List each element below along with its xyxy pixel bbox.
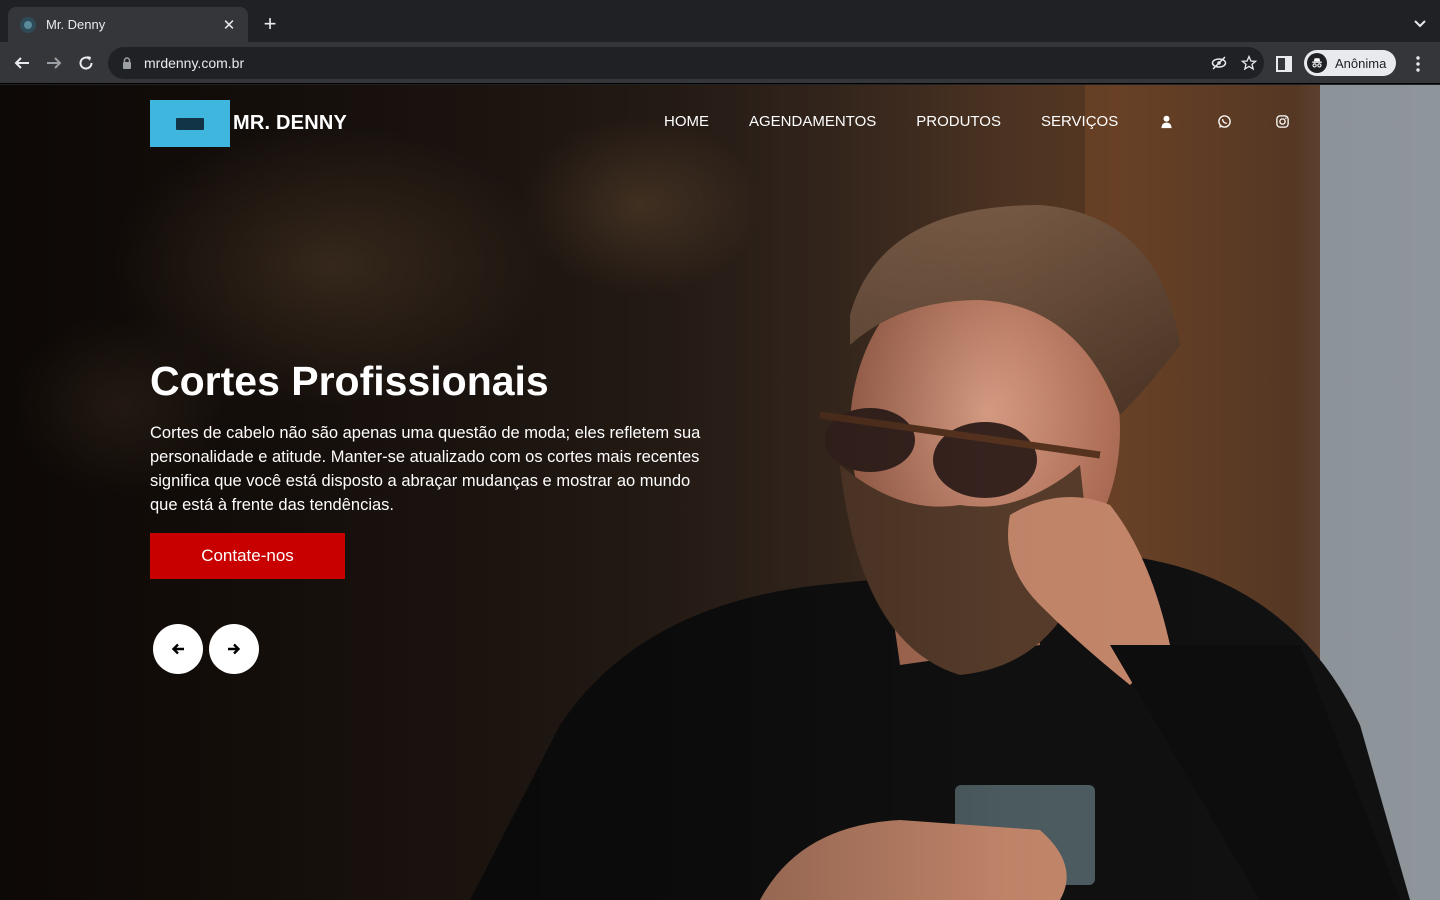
arrow-left-icon — [171, 643, 184, 655]
slider-next-button[interactable] — [209, 624, 259, 674]
reload-icon — [79, 56, 93, 70]
close-tab-icon[interactable]: ✕ — [220, 16, 238, 34]
hero-description: Cortes de cabelo não são apenas uma ques… — [150, 424, 701, 514]
tab-title: Mr. Denny — [46, 17, 106, 32]
browser-menu-icon[interactable] — [1408, 54, 1428, 74]
forward-arrow-icon — [47, 57, 62, 69]
contact-button[interactable]: Contate-nos — [150, 533, 345, 579]
address-bar[interactable]: mrdenny.com.br — [108, 47, 1264, 79]
profile-label: Anônima — [1335, 55, 1387, 71]
user-icon[interactable] — [1158, 114, 1174, 130]
forward-button[interactable] — [42, 51, 66, 75]
new-tab-button[interactable]: + — [258, 13, 282, 37]
hero-title: Cortes Profissionais — [150, 358, 549, 404]
hero-content: Cortes Profissionais Cortes de cabelo nã… — [150, 355, 710, 517]
browser-toolbar: mrdenny.com.br Anônima — [0, 42, 1440, 84]
nav-home[interactable]: HOME — [664, 113, 709, 130]
page-viewport: MR. DENNY HOME AGENDAMENTOS PRODUTOS SER… — [0, 85, 1440, 900]
instagram-icon[interactable] — [1274, 114, 1290, 130]
logo-image[interactable] — [150, 100, 230, 147]
main-nav: HOME AGENDAMENTOS PRODUTOS SERVIÇOS — [664, 113, 1332, 130]
slider-prev-button[interactable] — [153, 624, 203, 674]
logo-mark-icon — [176, 117, 204, 130]
nav-servicos[interactable]: SERVIÇOS — [1041, 113, 1118, 130]
back-button[interactable] — [10, 51, 34, 75]
reload-button[interactable] — [74, 51, 98, 75]
site-favicon-icon — [20, 16, 36, 33]
bookmark-star-icon[interactable] — [1234, 51, 1264, 75]
url-text[interactable]: mrdenny.com.br — [144, 55, 1204, 71]
browser-tabbar: Mr. Denny ✕ + — [0, 0, 1440, 42]
side-panel-icon[interactable] — [1274, 54, 1294, 74]
whatsapp-icon[interactable] — [1216, 114, 1232, 130]
lock-icon — [123, 57, 131, 69]
tracking-protection-icon[interactable] — [1204, 51, 1234, 75]
tab-search-chevron-icon[interactable] — [1412, 15, 1428, 31]
nav-produtos[interactable]: PRODUTOS — [916, 113, 1001, 130]
site-header: MR. DENNY HOME AGENDAMENTOS PRODUTOS SER… — [150, 100, 1289, 148]
profile-button[interactable]: Anônima — [1304, 50, 1397, 76]
back-arrow-icon — [14, 57, 29, 69]
brand-name[interactable]: MR. DENNY — [233, 112, 347, 135]
arrow-right-icon — [228, 643, 241, 655]
browser-tab[interactable]: Mr. Denny ✕ — [8, 7, 248, 42]
incognito-icon — [1307, 53, 1327, 73]
nav-agendamentos[interactable]: AGENDAMENTOS — [749, 113, 876, 130]
